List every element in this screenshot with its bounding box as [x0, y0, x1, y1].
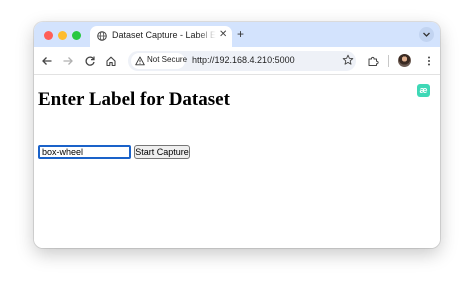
close-tab-icon[interactable]: ✕ — [219, 29, 227, 41]
reload-icon[interactable] — [84, 55, 96, 67]
profile-avatar[interactable] — [398, 54, 411, 67]
url-text[interactable]: http://192.168.4.210:5000 — [192, 55, 295, 65]
bookmark-star-icon[interactable] — [342, 54, 354, 66]
browser-window: Dataset Capture - Label Entry ✕ + — [34, 22, 440, 248]
tab-strip: Dataset Capture - Label Entry ✕ + — [34, 22, 440, 47]
page-title: Enter Label for Dataset — [38, 89, 230, 110]
security-label: Not Secure — [147, 55, 188, 64]
tab-search-icon[interactable] — [419, 27, 434, 42]
browser-toolbar: Not Secure http://192.168.4.210:5000 — [34, 47, 440, 75]
close-window-button[interactable] — [44, 31, 53, 40]
extensions-icon[interactable] — [367, 55, 379, 67]
new-tab-button[interactable]: + — [237, 28, 244, 40]
maximize-window-button[interactable] — [72, 31, 81, 40]
toolbar-divider — [388, 55, 389, 67]
globe-icon — [97, 31, 107, 41]
back-arrow-icon[interactable] — [41, 55, 53, 67]
tab-title: Dataset Capture - Label Entry — [112, 30, 216, 40]
forward-arrow-icon[interactable] — [62, 55, 74, 67]
warning-icon — [135, 56, 145, 66]
more-menu-icon[interactable] — [423, 55, 435, 67]
tab-dataset-capture[interactable]: Dataset Capture - Label Entry ✕ — [90, 26, 232, 47]
minimize-window-button[interactable] — [58, 31, 67, 40]
home-icon[interactable] — [105, 55, 117, 67]
security-chip[interactable]: Not Secure — [131, 53, 188, 69]
page-content: Enter Label for Dataset æ Start Capture — [34, 76, 440, 248]
start-capture-button[interactable]: Start Capture — [134, 145, 190, 159]
extension-icon[interactable]: æ — [417, 84, 430, 97]
address-bar[interactable]: Not Secure http://192.168.4.210:5000 — [128, 51, 356, 71]
label-input[interactable] — [38, 145, 131, 159]
